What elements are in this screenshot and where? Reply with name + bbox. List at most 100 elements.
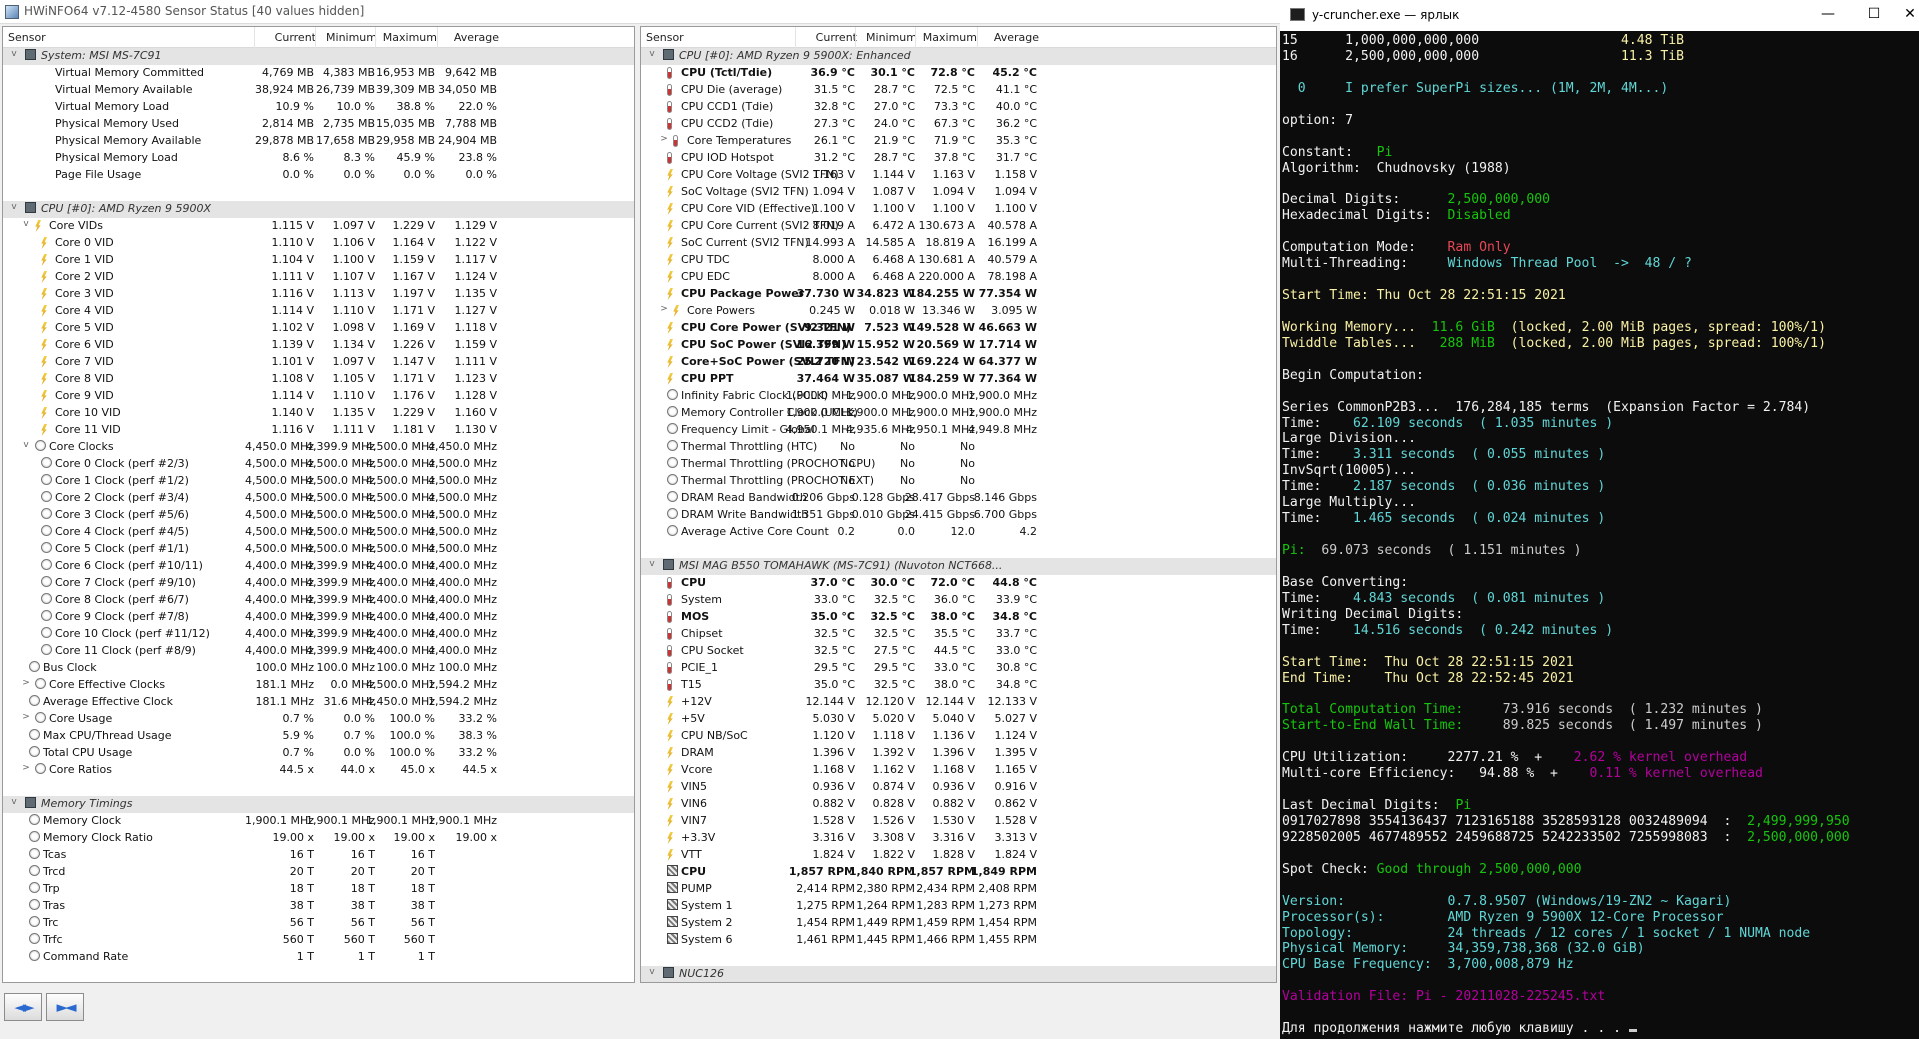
sensor-row[interactable]: CPU TDC 8.000 A 6.468 A 130.681 A 40.579 A <box>641 252 1276 269</box>
col-separator[interactable] <box>254 27 255 48</box>
collapse-toggle-icon[interactable]: v <box>9 49 19 59</box>
sensor-row[interactable]: DRAM 1.396 V 1.392 V 1.396 V 1.395 V <box>641 745 1276 762</box>
collapse-toggle-icon[interactable]: v <box>9 202 19 212</box>
collapse-toggle-icon[interactable]: v <box>21 440 31 450</box>
sensor-row[interactable]: Core 2 Clock (perf #3/4) 4,500.0 MHz 4,500… <box>3 490 634 507</box>
sensor-row[interactable]: Virtual Memory Committed 4,769 MB 4,383 MB… <box>3 65 634 82</box>
expand-toggle-icon[interactable]: > <box>21 712 31 722</box>
sensor-row[interactable]: Core 4 VID 1.114 V 1.110 V 1.171 V 1.127 V <box>3 303 634 320</box>
sensor-row[interactable]: CPU EDC 8.000 A 6.468 A 220.000 A 78.198 A <box>641 269 1276 286</box>
sensor-row[interactable]: SoC Current (SVI2 TFN) 14.993 A 14.585 A 18… <box>641 235 1276 252</box>
close-button[interactable]: ✕ <box>1900 6 1919 22</box>
sensor-row[interactable]: System 6 1,461 RPM 1,445 RPM 1,466 RPM 1,455… <box>641 932 1276 949</box>
sensor-row[interactable]: CPU Socket 32.5 °C 27.5 °C 44.5 °C 33.0 °C <box>641 643 1276 660</box>
sensor-row[interactable]: DRAM Read Bandwidth 0.206 Gbps 0.128 Gbps 2… <box>641 490 1276 507</box>
sensor-row[interactable]: CPU CCD2 (Tdie) 27.3 °C 24.0 °C 67.3 °C 36.2… <box>641 116 1276 133</box>
sensor-row[interactable]: > Core Ratios 44.5 x 44.0 x 45.0 x 44.5 x <box>3 762 634 779</box>
expand-toggle-icon[interactable]: > <box>21 763 31 773</box>
col-separator[interactable] <box>315 27 316 48</box>
sensor-row[interactable]: Trp 18 T 18 T 18 T <box>3 881 634 898</box>
sensor-row[interactable]: > Core Temperatures 26.1 °C 21.9 °C 71.9 °C 3… <box>641 133 1276 150</box>
sensor-group-header[interactable]: v MSI MAG B550 TOMAHAWK (MS-7C91) (Nuvoto… <box>641 558 1276 575</box>
sensor-row[interactable]: Core 2 VID 1.111 V 1.107 V 1.167 V 1.124 V <box>3 269 634 286</box>
col-header-current[interactable]: Current <box>816 31 857 44</box>
expand-toggle-icon[interactable]: > <box>21 678 31 688</box>
sensor-row[interactable]: Core 7 Clock (perf #9/10) 4,400.0 MHz 4,39… <box>3 575 634 592</box>
maximize-button[interactable]: ☐ <box>1864 6 1884 22</box>
col-header-average[interactable]: Average <box>454 31 499 44</box>
sensor-row[interactable]: Thermal Throttling (HTC) No No No <box>641 439 1276 456</box>
sensor-row[interactable]: Core 8 Clock (perf #6/7) 4,400.0 MHz 4,399… <box>3 592 634 609</box>
col-separator[interactable] <box>977 27 978 48</box>
sensor-row[interactable]: Core 8 VID 1.108 V 1.105 V 1.171 V 1.123 V <box>3 371 634 388</box>
sensor-row[interactable]: +3.3V 3.316 V 3.308 V 3.316 V 3.313 V <box>641 830 1276 847</box>
sensor-row[interactable]: CPU PPT 37.464 W 35.087 W 184.259 W 77.364 W <box>641 371 1276 388</box>
col-header-minimum[interactable]: Minimum <box>866 31 917 44</box>
sensor-row[interactable]: System 1 1,275 RPM 1,264 RPM 1,283 RPM 1,273… <box>641 898 1276 915</box>
sensor-pane-left[interactable]: Sensor Current Minimum Maximum Average v Syst… <box>2 26 635 983</box>
sensor-row[interactable]: Command Rate 1 T 1 T 1 T <box>3 949 634 966</box>
sensor-row[interactable]: VIN7 1.528 V 1.526 V 1.530 V 1.528 V <box>641 813 1276 830</box>
sensor-row[interactable]: Core 9 VID 1.114 V 1.110 V 1.176 V 1.128 V <box>3 388 634 405</box>
sensor-row[interactable]: Memory Clock Ratio 19.00 x 19.00 x 19.00 x 1… <box>3 830 634 847</box>
sensor-row[interactable]: Core 9 Clock (perf #7/8) 4,400.0 MHz 4,399… <box>3 609 634 626</box>
sensor-row[interactable]: Trc 56 T 56 T 56 T <box>3 915 634 932</box>
sensor-row[interactable]: Core 3 Clock (perf #5/6) 4,500.0 MHz 4,500… <box>3 507 634 524</box>
col-separator[interactable] <box>437 27 438 48</box>
sensor-group-header[interactable]: v NUC126 <box>641 966 1276 982</box>
sensor-group-header[interactable]: v CPU [#0]: AMD Ryzen 9 5900X: Enhanced <box>641 48 1276 65</box>
sensor-row[interactable]: CPU Core VID (Effective) 1.100 V 1.100 V 1.… <box>641 201 1276 218</box>
sensor-row[interactable]: DRAM Write Bandwidth 1.351 Gbps 0.010 Gbps… <box>641 507 1276 524</box>
sensor-row[interactable]: > Core Powers 0.245 W 0.018 W 13.346 W 3.095 … <box>641 303 1276 320</box>
sensor-row[interactable]: Thermal Throttling (PROCHOT CPU) No No No <box>641 456 1276 473</box>
sensor-row[interactable]: Core 10 Clock (perf #11/12) 4,400.0 MHz 4,… <box>3 626 634 643</box>
sensor-row[interactable]: Tras 38 T 38 T 38 T <box>3 898 634 915</box>
nav-collapse-button[interactable]: ►◄ <box>46 993 84 1021</box>
sensor-row[interactable]: CPU IOD Hotspot 31.2 °C 28.7 °C 37.8 °C 31.7… <box>641 150 1276 167</box>
sensor-row[interactable]: Average Effective Clock 181.1 MHz 31.6 MHz… <box>3 694 634 711</box>
col-header-sensor[interactable]: Sensor <box>8 31 46 44</box>
collapse-toggle-icon[interactable]: v <box>647 559 657 569</box>
col-header-maximum[interactable]: Maximum <box>383 31 437 44</box>
sensor-row[interactable]: Physical Memory Available 29,878 MB 17,658… <box>3 133 634 150</box>
sensor-row[interactable]: Core 7 VID 1.101 V 1.097 V 1.147 V 1.111 V <box>3 354 634 371</box>
sensor-row[interactable]: Average Active Core Count 0.2 0.0 12.0 4.2 <box>641 524 1276 541</box>
sensor-row[interactable]: CPU CCD1 (Tdie) 32.8 °C 27.0 °C 73.3 °C 40.0… <box>641 99 1276 116</box>
sensor-row[interactable]: Core 1 Clock (perf #1/2) 4,500.0 MHz 4,500… <box>3 473 634 490</box>
sensor-row[interactable]: VIN5 0.936 V 0.874 V 0.936 V 0.916 V <box>641 779 1276 796</box>
sensor-row[interactable]: T15 35.0 °C 32.5 °C 38.0 °C 34.8 °C <box>641 677 1276 694</box>
col-separator[interactable] <box>795 27 796 48</box>
sensor-row[interactable]: Core 6 Clock (perf #10/11) 4,400.0 MHz 4,3… <box>3 558 634 575</box>
sensor-row[interactable]: CPU Die (average) 31.5 °C 28.7 °C 72.5 °C 41… <box>641 82 1276 99</box>
sensor-row[interactable]: VTT 1.824 V 1.822 V 1.828 V 1.824 V <box>641 847 1276 864</box>
sensor-row[interactable]: Core 11 Clock (perf #8/9) 4,400.0 MHz 4,39… <box>3 643 634 660</box>
col-header-current[interactable]: Current <box>275 31 316 44</box>
col-header-minimum[interactable]: Minimum <box>326 31 377 44</box>
sensor-row[interactable]: Trfc 560 T 560 T 560 T <box>3 932 634 949</box>
collapse-toggle-icon[interactable]: v <box>9 797 19 807</box>
sensor-group-header[interactable]: v Memory Timings <box>3 796 634 813</box>
sensor-row[interactable]: Virtual Memory Load 10.9 % 10.0 % 38.8 % 22.… <box>3 99 634 116</box>
sensor-group-header[interactable]: v System: MSI MS-7C91 <box>3 48 634 65</box>
sensor-row[interactable]: CPU 1,857 RPM 1,840 RPM 1,857 RPM 1,849 RPM <box>641 864 1276 881</box>
sensor-row[interactable]: SoC Voltage (SVI2 TFN) 1.094 V 1.087 V 1.09… <box>641 184 1276 201</box>
sensor-row[interactable]: v Core Clocks 4,450.0 MHz 4,399.9 MHz 4,500.… <box>3 439 634 456</box>
sensor-row[interactable]: Core 10 VID 1.140 V 1.135 V 1.229 V 1.160 V <box>3 405 634 422</box>
sensor-row[interactable]: Tcas 16 T 16 T 16 T <box>3 847 634 864</box>
sensor-row[interactable]: Vcore 1.168 V 1.162 V 1.168 V 1.165 V <box>641 762 1276 779</box>
expand-toggle-icon[interactable]: > <box>659 304 669 314</box>
sensor-row[interactable]: System 2 1,454 RPM 1,449 RPM 1,459 RPM 1,454… <box>641 915 1276 932</box>
sensor-row[interactable]: Total CPU Usage 0.7 % 0.0 % 100.0 % 33.2 % <box>3 745 634 762</box>
sensor-row[interactable]: > Core Usage 0.7 % 0.0 % 100.0 % 33.2 % <box>3 711 634 728</box>
sensor-row[interactable]: CPU (Tctl/Tdie) 36.9 °C 30.1 °C 72.8 °C 45.2… <box>641 65 1276 82</box>
sensor-row[interactable]: Core 3 VID 1.116 V 1.113 V 1.197 V 1.135 V <box>3 286 634 303</box>
sensor-row[interactable]: Memory Controller Clock (UCLK) 1,900.0 MH… <box>641 405 1276 422</box>
sensor-row[interactable]: Bus Clock 100.0 MHz 100.0 MHz 100.0 MHz 100.… <box>3 660 634 677</box>
sensor-row[interactable]: Frequency Limit - Global 4,950.1 MHz 4,935… <box>641 422 1276 439</box>
sensor-group-header[interactable]: v CPU [#0]: AMD Ryzen 9 5900X <box>3 201 634 218</box>
sensor-row[interactable]: CPU SoC Power (SVI2 TFN) 16.399 W 15.952 W… <box>641 337 1276 354</box>
sensor-row[interactable]: CPU Package Power 37.730 W 34.823 W 184.255… <box>641 286 1276 303</box>
sensor-row[interactable]: Core 5 Clock (perf #1/1) 4,500.0 MHz 4,500… <box>3 541 634 558</box>
sensor-row[interactable]: PUMP 2,414 RPM 2,380 RPM 2,434 RPM 2,408 RPM <box>641 881 1276 898</box>
col-separator[interactable] <box>915 27 916 48</box>
